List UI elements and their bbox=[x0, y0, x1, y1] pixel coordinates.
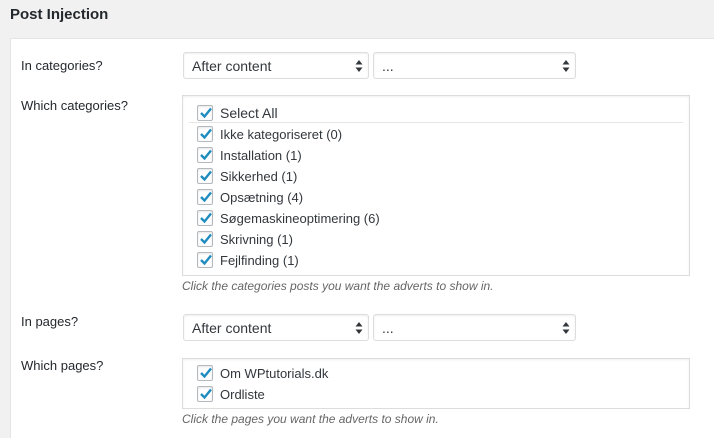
category-checkbox[interactable] bbox=[197, 210, 213, 226]
category-item[interactable]: Sikkerhed (1) bbox=[197, 167, 297, 185]
select-all-item[interactable]: Select All bbox=[197, 104, 278, 122]
check-icon bbox=[200, 233, 212, 245]
select-arrows-icon bbox=[355, 60, 363, 72]
category-checkbox[interactable] bbox=[197, 189, 213, 205]
category-item[interactable]: Fejlfinding (1) bbox=[197, 251, 299, 269]
page-label: Om WPtutorials.dk bbox=[220, 365, 329, 381]
page-item[interactable]: Ordliste bbox=[197, 385, 265, 403]
categories-second-select[interactable]: ... bbox=[373, 52, 576, 79]
category-item[interactable]: Opsætning (4) bbox=[197, 188, 303, 206]
category-label: Søgemaskineoptimering (6) bbox=[220, 210, 380, 226]
category-checkbox[interactable] bbox=[197, 168, 213, 184]
in-pages-label: In pages? bbox=[21, 314, 79, 329]
section-title: Post Injection bbox=[10, 6, 109, 23]
pages-listbox[interactable]: Om WPtutorials.dk Ordliste bbox=[182, 358, 690, 409]
pages-second-value: ... bbox=[382, 320, 394, 336]
categories-position-select[interactable]: After content bbox=[183, 52, 369, 79]
select-arrows-icon bbox=[562, 322, 570, 334]
in-categories-label: In categories? bbox=[21, 58, 103, 73]
pages-position-select[interactable]: After content bbox=[183, 314, 369, 341]
category-checkbox[interactable] bbox=[197, 231, 213, 247]
pages-hint: Click the pages you want the adverts to … bbox=[182, 412, 439, 426]
page-item[interactable]: Om WPtutorials.dk bbox=[197, 364, 328, 382]
category-label: Ikke kategoriseret (0) bbox=[220, 126, 343, 142]
page-checkbox[interactable] bbox=[197, 386, 213, 402]
category-label: Fejlfinding (1) bbox=[220, 252, 299, 268]
page-checkbox[interactable] bbox=[197, 365, 213, 381]
categories-second-value: ... bbox=[382, 58, 394, 74]
check-icon bbox=[200, 212, 212, 224]
check-icon bbox=[200, 107, 212, 119]
select-arrows-icon bbox=[562, 60, 570, 72]
settings-panel: In categories? After content ... Which c… bbox=[10, 38, 714, 438]
category-label: Installation (1) bbox=[220, 147, 302, 163]
category-label: Skrivning (1) bbox=[220, 231, 293, 247]
category-item[interactable]: Ikke kategoriseret (0) bbox=[197, 125, 342, 143]
select-all-divider bbox=[189, 122, 683, 123]
category-checkbox[interactable] bbox=[197, 126, 213, 142]
check-icon bbox=[200, 254, 212, 266]
select-all-label: Select All bbox=[220, 105, 278, 121]
which-pages-label: Which pages? bbox=[21, 358, 104, 373]
check-icon bbox=[200, 170, 212, 182]
pages-second-select[interactable]: ... bbox=[373, 314, 576, 341]
select-arrows-icon bbox=[355, 322, 363, 334]
page-label: Ordliste bbox=[220, 386, 265, 402]
category-item[interactable]: Skrivning (1) bbox=[197, 230, 293, 248]
check-icon bbox=[200, 128, 212, 140]
category-checkbox[interactable] bbox=[197, 252, 213, 268]
category-label: Opsætning (4) bbox=[220, 189, 304, 205]
select-all-checkbox[interactable] bbox=[197, 105, 213, 121]
category-item[interactable]: Søgemaskineoptimering (6) bbox=[197, 209, 380, 227]
category-checkbox[interactable] bbox=[197, 147, 213, 163]
check-icon bbox=[200, 191, 212, 203]
category-item[interactable]: Installation (1) bbox=[197, 146, 302, 164]
which-categories-label: Which categories? bbox=[21, 98, 128, 113]
categories-position-value: After content bbox=[192, 58, 272, 74]
categories-hint: Click the categories posts you want the … bbox=[182, 279, 494, 293]
check-icon bbox=[200, 149, 212, 161]
check-icon bbox=[200, 388, 212, 400]
check-icon bbox=[200, 367, 212, 379]
categories-listbox[interactable]: Select All Ikke kategoriseret (0) Instal… bbox=[182, 95, 690, 276]
pages-position-value: After content bbox=[192, 320, 272, 336]
category-label: Sikkerhed (1) bbox=[220, 168, 298, 184]
